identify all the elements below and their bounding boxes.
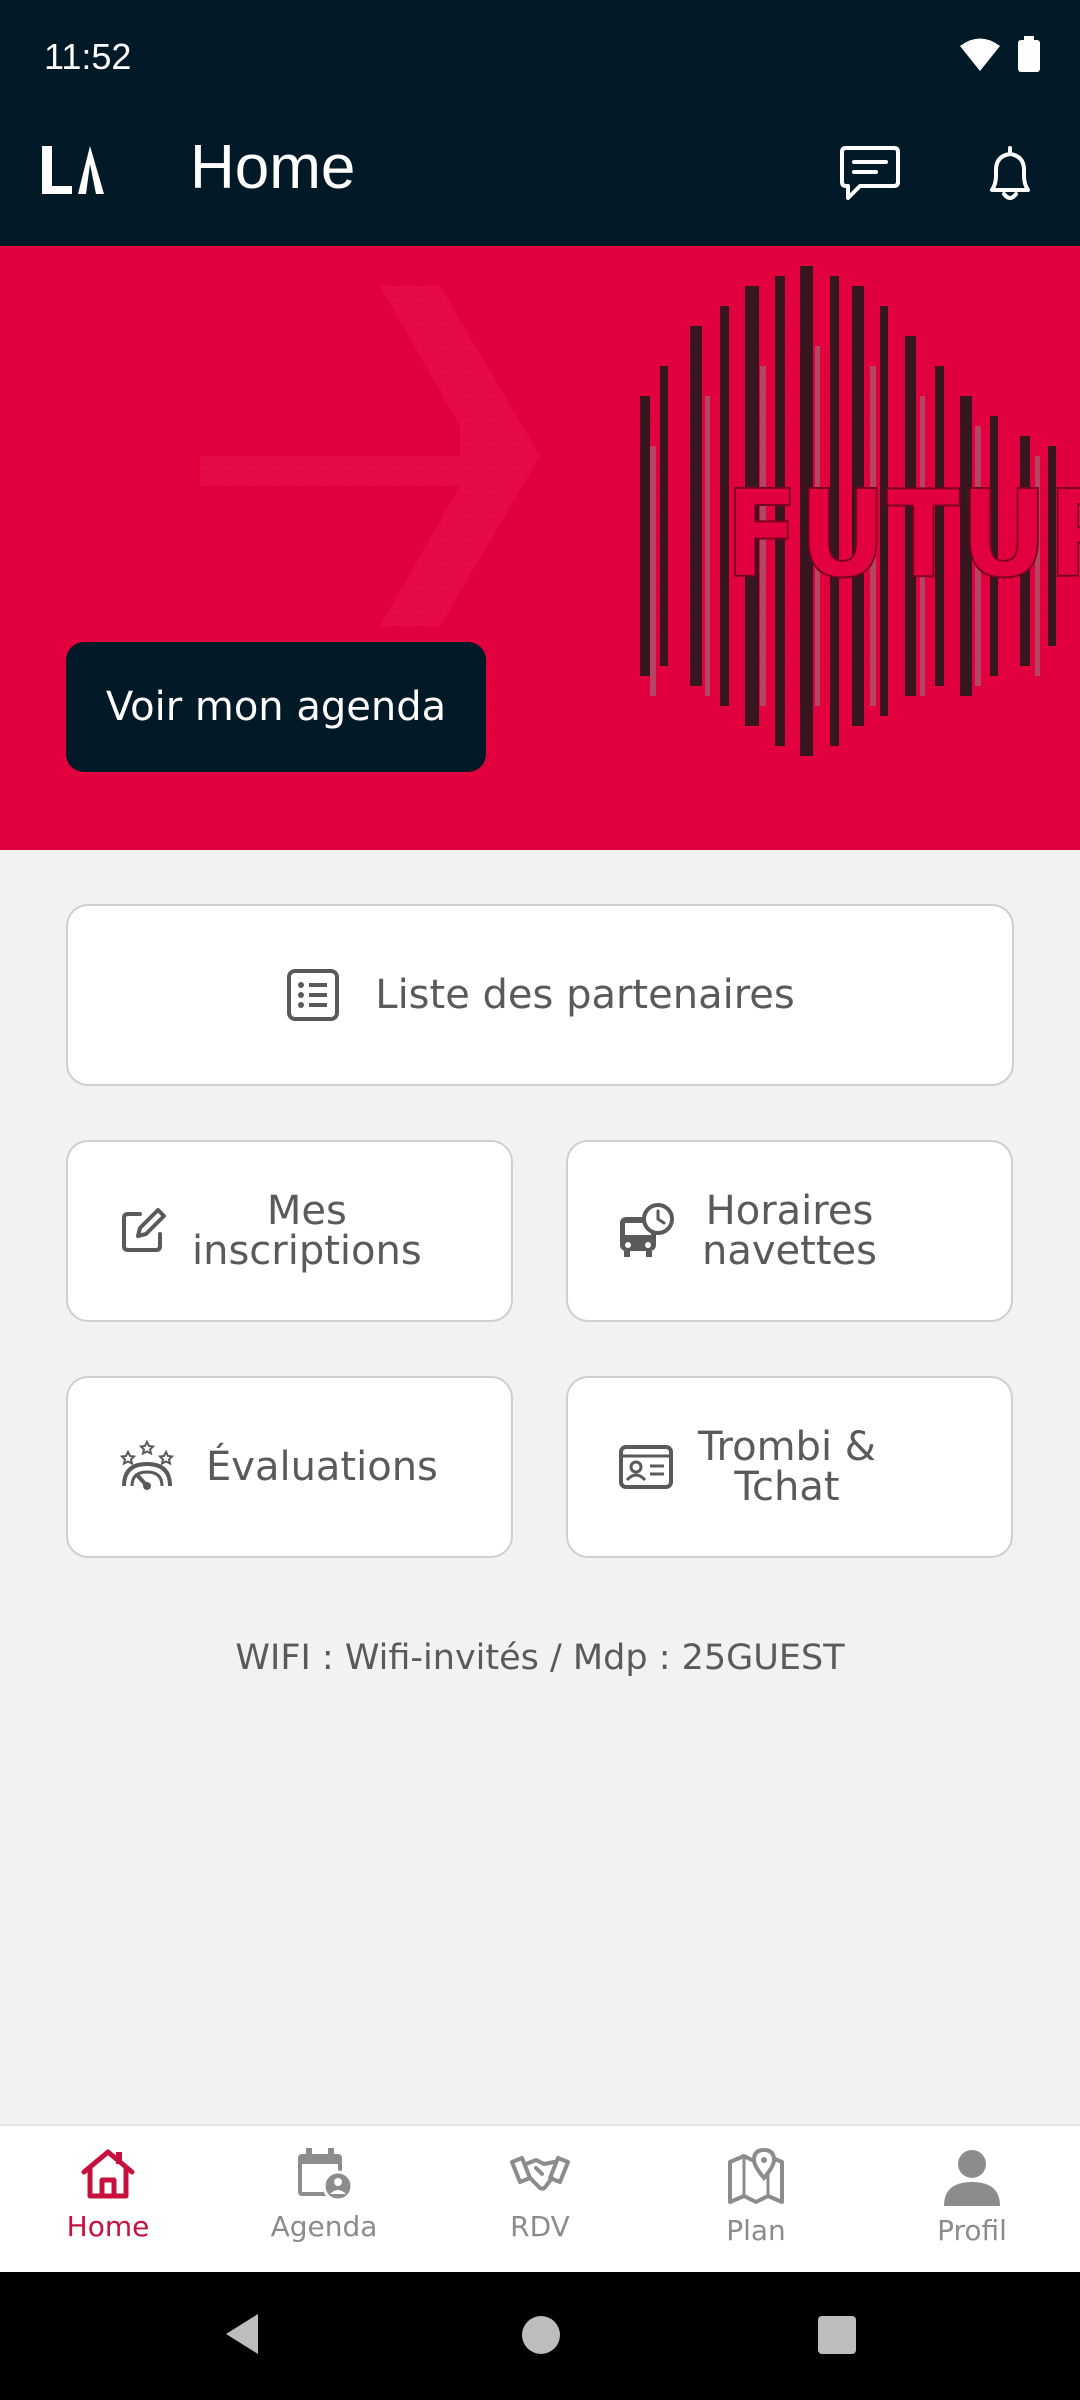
id-card-icon <box>619 1445 673 1489</box>
trombi-label-line1: Trombi & <box>698 1424 876 1470</box>
messages-button[interactable] <box>838 142 902 206</box>
partners-list-tile[interactable]: Liste des partenaires <box>66 904 1014 1086</box>
partners-label: Liste des partenaires <box>375 972 795 1018</box>
nav-plan-label: Plan <box>726 2214 786 2247</box>
rating-gauge-icon <box>119 1439 175 1490</box>
trombi-label-line2: Tchat <box>734 1464 840 1510</box>
home-icon <box>81 2149 135 2199</box>
nav-agenda-label: Agenda <box>270 2210 378 2243</box>
system-nav-bar <box>0 2272 1080 2400</box>
nav-rdv[interactable]: RDV <box>432 2126 648 2272</box>
bottom-nav: Home Agenda RDV Plan Profil <box>0 2124 1080 2272</box>
nav-plan[interactable]: Plan <box>648 2126 864 2272</box>
battery-icon <box>1018 36 1040 72</box>
wifi-info: WIFI : Wifi-invités / Mdp : 25GUEST <box>235 1638 845 1678</box>
view-agenda-button[interactable]: Voir mon agenda <box>66 642 486 772</box>
list-icon <box>287 969 340 1021</box>
shuttle-label-line1: Horaires <box>705 1188 874 1234</box>
shuttle-schedule-tile[interactable]: Horaires navettes <box>566 1140 1013 1322</box>
person-icon <box>944 2150 1000 2206</box>
notifications-button[interactable] <box>978 142 1042 206</box>
edit-icon <box>122 1208 166 1252</box>
bell-icon <box>990 146 1030 200</box>
app-logo <box>38 142 108 200</box>
nav-agenda[interactable]: Agenda <box>216 2126 432 2272</box>
home-circle-icon[interactable] <box>522 2316 560 2354</box>
recents-square-icon[interactable] <box>818 2316 856 2354</box>
chat-icon <box>840 146 900 200</box>
nav-home-label: Home <box>66 2210 150 2243</box>
registrations-label-line2: inscriptions <box>192 1228 422 1274</box>
bus-clock-icon <box>620 1203 674 1257</box>
banner-headline: FUTURS <box>725 465 1080 605</box>
logo-icon <box>42 146 104 194</box>
nav-home[interactable]: Home <box>0 2126 216 2272</box>
trombi-chat-tile[interactable]: Trombi & Tchat <box>566 1376 1013 1558</box>
registrations-label-line1: Mes <box>266 1188 347 1234</box>
calendar-user-icon <box>298 2148 354 2202</box>
handshake-icon <box>510 2156 570 2191</box>
status-time: 11:52 <box>44 36 132 77</box>
back-icon[interactable] <box>222 2312 262 2356</box>
map-pin-icon <box>728 2147 784 2204</box>
my-registrations-tile[interactable]: Mes inscriptions <box>66 1140 513 1322</box>
nav-profil[interactable]: Profil <box>864 2126 1080 2272</box>
page-title: Home <box>190 133 356 202</box>
evaluations-tile[interactable]: Évaluations <box>66 1376 513 1558</box>
hero-banner: FUTURS Voir mon agenda <box>0 246 1080 850</box>
status-icons <box>960 36 1040 72</box>
nav-rdv-label: RDV <box>510 2210 570 2243</box>
shuttle-label-line2: navettes <box>702 1228 877 1274</box>
wifi-icon <box>960 38 1000 71</box>
evaluations-label: Évaluations <box>206 1444 438 1490</box>
nav-profil-label: Profil <box>937 2214 1007 2247</box>
app-header: 11:52 Home <box>0 0 1080 246</box>
